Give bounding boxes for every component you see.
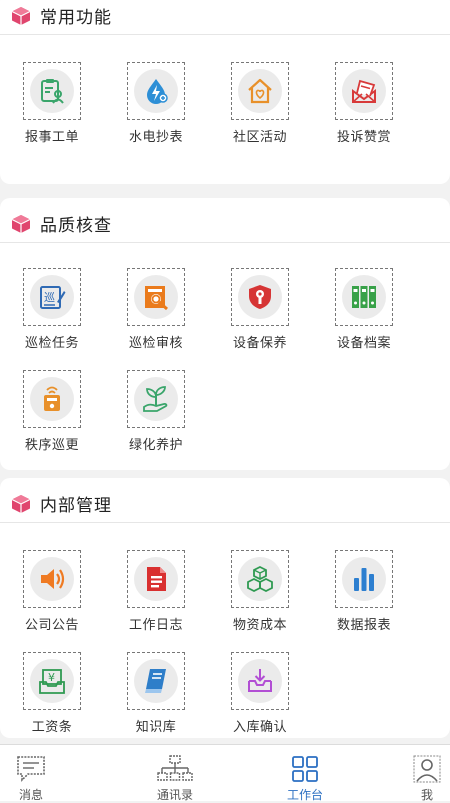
tab-label: 消息 — [18, 788, 43, 802]
tile-patrol-task[interactable]: 巡 巡检任务 — [0, 268, 104, 364]
icon-frame — [231, 62, 289, 120]
icon-frame — [127, 370, 185, 428]
tab-me[interactable]: 我 — [404, 745, 450, 802]
cube-icon — [11, 7, 31, 25]
person-icon — [413, 755, 441, 783]
book-icon — [145, 669, 166, 693]
cube-icon — [11, 495, 31, 513]
bottom-tab-bar: 消息 通讯录 工作台 我 — [0, 744, 450, 802]
tile-label: 投诉赞赏 — [336, 130, 391, 145]
chat-icon — [17, 756, 45, 782]
tab-contacts[interactable]: 通讯录 — [140, 745, 210, 802]
tab-label: 我 — [420, 788, 433, 802]
inbox-download-icon — [248, 669, 272, 692]
icon-frame: ¥ — [23, 652, 81, 710]
tile-label: 巡检任务 — [24, 336, 79, 351]
tile-stock-in-confirm[interactable]: 入库确认 — [208, 652, 312, 748]
patrol-pen-icon: 巡 — [40, 286, 66, 309]
section-title: 常用功能 — [40, 8, 112, 28]
plant-hand-icon — [143, 386, 168, 412]
section-header: 常用功能 — [0, 0, 450, 35]
tile-label: 绿化养护 — [128, 438, 183, 453]
icon-frame — [231, 652, 289, 710]
icon-frame — [23, 370, 81, 428]
section-common-functions: 常用功能 报事工单 水电抄表 社区活动 投诉赞赏 — [0, 0, 450, 184]
tile-label: 公司公告 — [24, 618, 79, 633]
binders-icon — [352, 286, 376, 308]
section-internal-management: 内部管理 公司公告 工作日志 物资成本 数据报表 ¥ 工资条 知识库 入库确认 — [0, 478, 450, 738]
tile-label: 知识库 — [135, 720, 177, 735]
tile-company-notice[interactable]: 公司公告 — [0, 550, 104, 646]
tile-knowledge-base[interactable]: 知识库 — [104, 652, 208, 748]
icon-frame — [335, 550, 393, 608]
speaker-icon — [41, 569, 65, 589]
tile-label: 工作日志 — [128, 618, 183, 633]
section-title: 内部管理 — [40, 496, 112, 516]
clipboard-person-icon — [41, 79, 64, 104]
icon-frame — [127, 550, 185, 608]
icon-frame: 巡 — [23, 268, 81, 326]
section-title: 品质核查 — [40, 216, 112, 236]
tile-complaint-praise[interactable]: 投诉赞赏 — [312, 62, 416, 158]
house-heart-icon — [248, 78, 272, 104]
tile-label: 设备档案 — [336, 336, 391, 351]
tile-label: 入库确认 — [232, 720, 287, 735]
svg-text:¥: ¥ — [48, 671, 55, 684]
magnifier-doc-icon — [145, 286, 168, 311]
tile-greenery-care[interactable]: 绿化养护 — [104, 370, 208, 466]
cubes-icon — [247, 565, 273, 593]
icon-frame — [335, 62, 393, 120]
tile-equipment-archive[interactable]: 设备档案 — [312, 268, 416, 364]
tile-label: 社区活动 — [232, 130, 287, 145]
tab-label: 通讯录 — [156, 788, 193, 802]
tile-meter-reading[interactable]: 水电抄表 — [104, 62, 208, 158]
shield-wrench-icon — [249, 285, 271, 309]
grid-icon — [292, 756, 318, 782]
section-quality-inspection: 品质核查 巡 巡检任务 巡检审核 设备保养 设备档案 秩序巡更 绿化养护 — [0, 198, 450, 470]
tile-patrol-review[interactable]: 巡检审核 — [104, 268, 208, 364]
tile-equipment-maintenance[interactable]: 设备保养 — [208, 268, 312, 364]
tile-label: 秩序巡更 — [24, 438, 79, 453]
tile-label: 物资成本 — [232, 618, 287, 633]
tile-work-log[interactable]: 工作日志 — [104, 550, 208, 646]
icon-frame — [127, 62, 185, 120]
tile-data-report[interactable]: 数据报表 — [312, 550, 416, 646]
section-header: 品质核查 — [0, 204, 450, 243]
icon-frame — [127, 268, 185, 326]
tile-label: 设备保养 — [232, 336, 287, 351]
tab-messages[interactable]: 消息 — [0, 745, 62, 802]
tile-label: 报事工单 — [24, 130, 79, 145]
tile-order-patrol[interactable]: 秩序巡更 — [0, 370, 104, 466]
tile-label: 工资条 — [31, 720, 73, 735]
tab-workbench[interactable]: 工作台 — [270, 745, 340, 802]
tile-report-workorder[interactable]: 报事工单 — [0, 62, 104, 158]
svg-text:巡: 巡 — [44, 291, 55, 304]
bar-chart-icon — [354, 568, 374, 591]
icon-frame — [127, 652, 185, 710]
tile-community-activity[interactable]: 社区活动 — [208, 62, 312, 158]
document-icon — [147, 567, 166, 591]
section-header: 内部管理 — [0, 484, 450, 523]
icon-frame — [23, 550, 81, 608]
water-electric-drop-icon — [147, 79, 168, 104]
icon-frame — [231, 268, 289, 326]
cube-icon — [11, 215, 31, 233]
org-chart-icon — [157, 755, 193, 781]
tile-material-cost[interactable]: 物资成本 — [208, 550, 312, 646]
patrol-device-icon — [44, 386, 60, 411]
icon-frame — [335, 268, 393, 326]
icon-frame — [23, 62, 81, 120]
envelope-letter-icon — [352, 79, 376, 103]
tile-label: 水电抄表 — [128, 130, 183, 145]
salary-yen-icon: ¥ — [39, 669, 65, 694]
icon-frame — [231, 550, 289, 608]
tile-label: 数据报表 — [336, 618, 391, 633]
tile-payslip[interactable]: ¥ 工资条 — [0, 652, 104, 748]
tile-label: 巡检审核 — [128, 336, 183, 351]
tab-label: 工作台 — [286, 788, 323, 802]
